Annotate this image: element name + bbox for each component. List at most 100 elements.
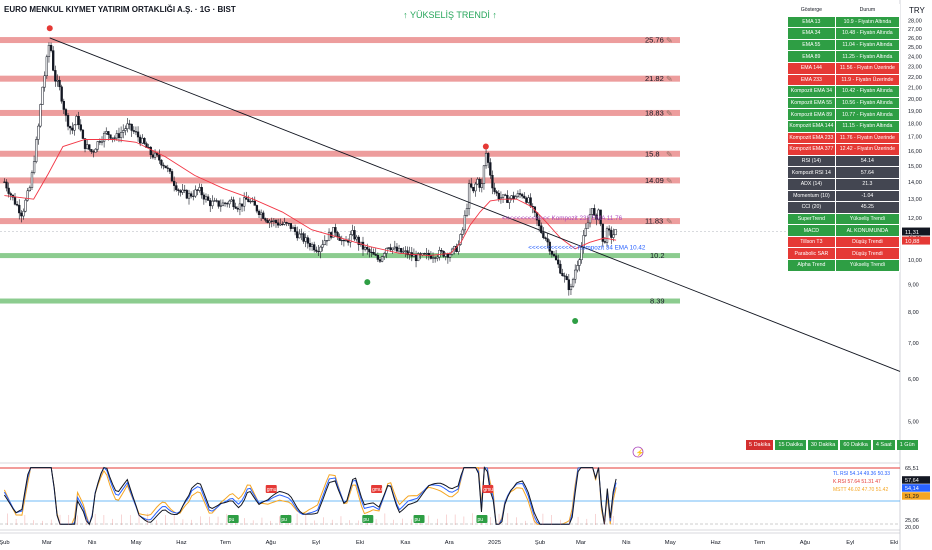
indicator-row: Tillson T3 Düşüş Trendi: [787, 235, 901, 249]
candle-body: [249, 201, 252, 203]
indicator-name: EMA 89: [787, 50, 836, 63]
x-tick-label: Ara: [445, 540, 455, 546]
indicator-name: MACD: [787, 224, 836, 237]
candle-body: [126, 123, 129, 129]
osc-axis-label: 20,00: [905, 525, 919, 531]
timeframe-button[interactable]: 60 Dakika: [840, 440, 871, 450]
resistance-label: 14.09: [645, 176, 664, 185]
timeframe-button[interactable]: 4 Saat: [872, 440, 895, 450]
y-tick-label: 26,00: [908, 36, 922, 42]
candle-body: [113, 137, 116, 139]
candle-body: [372, 251, 375, 255]
candle-body: [380, 256, 384, 262]
x-tick-label: Şub: [0, 540, 10, 546]
resistance-label: 25.76: [645, 36, 664, 45]
x-tick-label: Tem: [220, 540, 231, 546]
y-tick-label: 27,00: [908, 27, 922, 33]
candle-body: [124, 128, 127, 131]
candle-body: [610, 229, 613, 238]
candle-body: [202, 194, 206, 200]
candle-body: [219, 205, 222, 207]
timeframe-bar: 5 Dakika 15 Dakika 30 Dakika 60 Dakika 4 Saa…: [746, 440, 918, 450]
candle-body: [151, 154, 155, 158]
candle-body: [529, 197, 532, 207]
candle-body: [88, 144, 91, 150]
y-tick-label: 17,00: [908, 135, 922, 141]
candle-body: [122, 130, 125, 133]
candle-body: [319, 246, 322, 253]
candle-body: [75, 116, 78, 126]
indicator-status: 10.56 - Fiyatın Altında: [834, 96, 901, 110]
signal-dot: [482, 143, 489, 150]
candle-body: [327, 232, 331, 241]
candle-body: [136, 131, 140, 138]
candle-body: [323, 240, 326, 245]
osc-axis-label: 57,64: [905, 478, 919, 484]
candle-body: [64, 109, 68, 116]
candle-body: [279, 223, 282, 226]
candle-body: [344, 240, 348, 242]
y-tick-label: 25,00: [908, 45, 922, 51]
candle-body: [240, 203, 244, 207]
indicator-status: 11.25 - Fiyatın Altında: [834, 50, 901, 63]
candle-body: [465, 208, 469, 216]
candle-body: [304, 237, 307, 242]
candle-body: [448, 254, 452, 258]
candle-body: [291, 227, 295, 229]
candle-body: [192, 195, 195, 197]
currency-label: TRY: [909, 6, 925, 15]
indicator-status: 10.9 - Fiyatın Altında: [834, 15, 901, 29]
indicator-name: EMA 13: [787, 15, 836, 29]
candle-body: [603, 241, 607, 243]
candle-body: [268, 220, 271, 223]
timeframe-button[interactable]: 30 Dakika: [807, 440, 839, 450]
candle-body: [213, 200, 216, 202]
candle-body: [158, 154, 161, 161]
candle-body: [414, 254, 418, 261]
oscillator-legend: TL RSI 54.14 49.36 50.33 K.RSI 57.64 51.3…: [833, 471, 890, 494]
candle-body: [605, 228, 609, 243]
indicator-row: EMA 233 11.9 - Fiyatın Üzerinde: [787, 73, 901, 87]
candle-body: [139, 136, 142, 144]
timeframe-button[interactable]: 15 Dakika: [775, 440, 806, 450]
candle-body: [438, 250, 441, 258]
candle-body: [177, 189, 180, 191]
signal-dot: [364, 279, 371, 286]
candle-body: [283, 222, 286, 225]
candle-body: [285, 222, 288, 224]
indicator-row: CCI (20) 45.25: [787, 201, 901, 214]
candle-body: [223, 202, 227, 204]
candle-body: [493, 187, 496, 192]
indicator-name: Kompozit EMA 233: [787, 131, 836, 145]
candle-body: [423, 253, 426, 255]
resistance-label: 11.83: [645, 217, 663, 226]
resistance-label: 18.83: [645, 108, 664, 117]
candle-body: [119, 132, 123, 138]
candle-body: [308, 243, 312, 247]
candle-body: [317, 251, 320, 253]
candle-body: [175, 185, 178, 191]
indicator-status: 10.77 - Fiyatın Altında: [834, 108, 901, 121]
timeframe-button[interactable]: 1 Gün: [896, 440, 918, 450]
candle-body: [181, 189, 184, 193]
candle-body: [569, 286, 573, 291]
candle-body: [523, 195, 526, 199]
indicator-status: Düşüş Trendi: [834, 247, 901, 261]
candle-body: [404, 250, 407, 252]
candle-body: [41, 86, 44, 105]
candle-body: [94, 148, 97, 153]
y-tick-label: 18,00: [908, 121, 922, 127]
indicator-row: Kompozit EMA 233 11.76 - Fiyatın Üzerinde: [787, 131, 901, 145]
candle-body: [374, 254, 377, 256]
trend-label: ↑ YÜKSELİŞ TRENDİ ↑: [403, 10, 497, 20]
candle-body: [143, 138, 146, 144]
indicator-status: 11.76 - Fiyatın Üzerinde: [834, 131, 901, 145]
candle-body: [245, 197, 248, 200]
candle-body: [480, 183, 483, 188]
timeframe-button[interactable]: 5 Dakika: [746, 440, 774, 450]
x-tick-label: May: [131, 540, 142, 546]
candle-body: [355, 236, 358, 240]
lightning-glyph: ⚡: [636, 448, 645, 457]
candle-body: [264, 218, 267, 221]
indicator-name: RSI (14): [787, 154, 836, 168]
